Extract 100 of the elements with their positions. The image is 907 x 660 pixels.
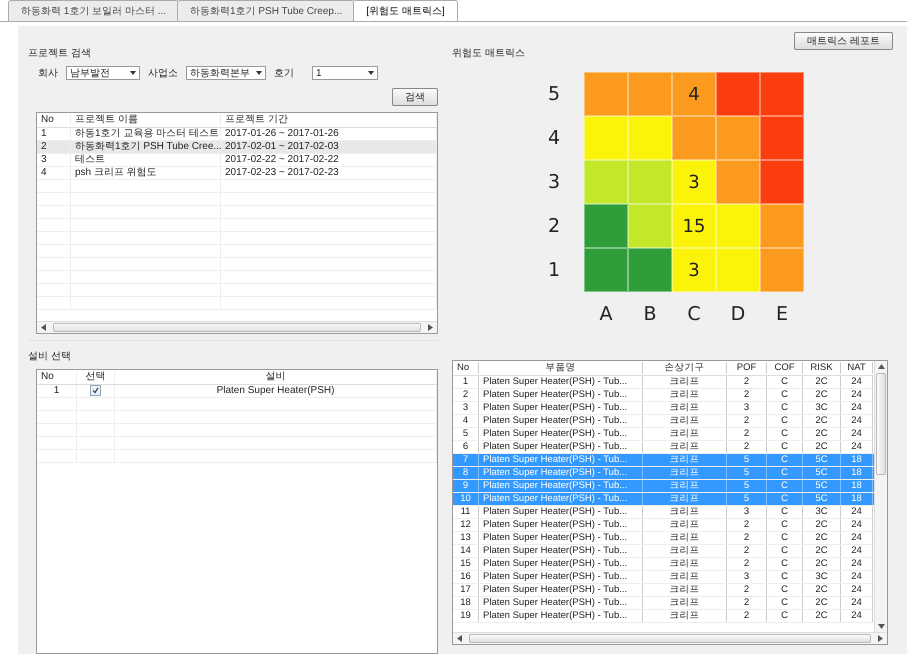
table-cell: 4 [453,415,479,427]
table-cell: 5C [803,493,841,505]
table-cell: 6 [453,441,479,453]
table-cell: 2017-02-22 ~ 2017-02-22 [221,154,437,166]
table-cell: C [767,415,803,427]
table-row[interactable]: 3 Platen Super Heater(PSH) - Tub... 크리프 3 C 3C 24 [453,402,874,415]
table-row[interactable]: 1 Platen Super Heater(PSH) - Tub... 크리프 2 C 2C 24 [453,376,874,389]
table-cell: 크리프 [643,480,727,492]
table-cell: 17 [453,584,479,596]
table-row[interactable]: 11 Platen Super Heater(PSH) - Tub... 크리프 3 C 3C 24 [453,506,874,519]
table-cell: C [767,597,803,609]
column-header[interactable]: COF [767,362,803,374]
table-cell: 12 [453,519,479,531]
table-row[interactable]: 19 Platen Super Heater(PSH) - Tub... 크리프 2 C 2C 24 [453,610,874,623]
table-cell: 24 [841,584,873,596]
left-arrow-icon[interactable] [457,635,463,642]
table-cell: Platen Super Heater(PSH) - Tub... [479,610,643,622]
table-row[interactable]: 12 Platen Super Heater(PSH) - Tub... 크리프 2 C 2C 24 [453,519,874,532]
search-button[interactable]: 검색 [392,88,438,106]
table-cell: psh 크리프 위험도 [71,167,221,179]
group-title: 위험도 매트릭스 [452,47,525,60]
table-cell: 2 [727,558,767,570]
column-label: A [600,303,612,325]
table-cell: C [767,545,803,557]
right-arrow-icon[interactable] [427,324,433,331]
table-cell: 크리프 [643,532,727,544]
table-cell: C [767,493,803,505]
table-cell: 24 [841,402,873,414]
row-label: 3 [548,171,560,193]
table-row[interactable]: 4 psh 크리프 위험도 2017-02-23 ~ 2017-02-23 [37,167,437,180]
table-cell: 2C [803,376,841,388]
table-cell: 10 [453,493,479,505]
table-cell: Platen Super Heater(PSH) - Tub... [479,402,643,414]
table-cell: 2C [803,584,841,596]
table-row[interactable]: 13 Platen Super Heater(PSH) - Tub... 크리프 2 C 2C 24 [453,532,874,545]
table-row[interactable]: 2 하동화력1호기 PSH Tube Cree... 2017-02-01 ~ 2017-02-03 [37,141,437,154]
column-header[interactable]: NAT [841,362,873,374]
table-cell: 크리프 [643,415,727,427]
table-cell: 크리프 [643,584,727,596]
dropdown[interactable]: 하동화력본부 [186,66,266,80]
tab[interactable]: [위험도 매트릭스] [353,0,458,21]
table-row[interactable]: 2 Platen Super Heater(PSH) - Tub... 크리프 2 C 2C 24 [453,389,874,402]
down-arrow-icon[interactable] [878,624,884,629]
column-header[interactable]: 설비 [115,371,437,383]
column-header[interactable]: POF [727,362,767,374]
filter-label: 사업소 [148,67,178,80]
table-cell: 크리프 [643,597,727,609]
column-header[interactable]: 프로젝트 이름 [71,114,221,126]
dropdown[interactable]: 남부발전 [66,66,140,80]
table-cell: 1 [37,385,77,397]
table-row[interactable]: 16 Platen Super Heater(PSH) - Tub... 크리프 3 C 3C 24 [453,571,874,584]
horizontal-scrollbar[interactable] [453,632,887,644]
table-cell: 크리프 [643,558,727,570]
column-label: C [687,303,701,325]
matrix-cell: 15 [672,204,716,248]
column-header[interactable]: No [453,362,479,374]
table-cell: 테스트 [71,154,221,166]
checkbox[interactable] [90,385,101,396]
table-cell: 5C [803,454,841,466]
horizontal-scrollbar[interactable] [37,321,437,333]
column-header[interactable]: 손상기구 [643,362,727,374]
table-cell: Platen Super Heater(PSH) - Tub... [479,545,643,557]
column-header[interactable]: RISK [803,362,841,374]
column-header[interactable]: 부품명 [479,362,643,374]
filter-label: 회사 [38,67,58,80]
table-row[interactable]: 18 Platen Super Heater(PSH) - Tub... 크리프 2 C 2C 24 [453,597,874,610]
table-cell: 2C [803,389,841,401]
table-row[interactable]: 17 Platen Super Heater(PSH) - Tub... 크리프 2 C 2C 24 [453,584,874,597]
table-cell: C [767,402,803,414]
table-cell: 1 [453,376,479,388]
table-cell: 24 [841,376,873,388]
table-cell: 24 [841,532,873,544]
table-cell: C [767,428,803,440]
table-cell: 2C [803,532,841,544]
table-row[interactable]: 3 테스트 2017-02-22 ~ 2017-02-22 [37,154,437,167]
table-row[interactable]: 5 Platen Super Heater(PSH) - Tub... 크리프 2 C 2C 24 [453,428,874,441]
right-arrow-icon[interactable] [877,635,883,642]
group-title: 프로젝트 검색 [28,47,92,60]
dropdown[interactable]: 1 [312,66,378,80]
tab[interactable]: 하동화력1호기 PSH Tube Creep... [177,0,356,21]
table-cell: 3C [803,506,841,518]
vertical-scrollbar[interactable] [874,361,887,632]
table-cell: 24 [841,545,873,557]
table-cell: Platen Super Heater(PSH) - Tub... [479,467,643,479]
table-cell: 2 [727,597,767,609]
table-cell: 3 [727,402,767,414]
column-header[interactable]: 프로젝트 기간 [221,114,437,126]
table-cell: C [767,441,803,453]
report-button[interactable]: 매트릭스 레포트 [794,32,893,50]
table-cell: 2 [727,428,767,440]
tab[interactable]: 하동화력 1호기 보일러 마스터 ... [8,0,180,21]
table-cell: 3 [727,571,767,583]
column-header[interactable]: No [37,371,77,383]
table-row[interactable]: 15 Platen Super Heater(PSH) - Tub... 크리프 2 C 2C 24 [453,558,874,571]
column-header[interactable]: 선택 [77,371,115,383]
up-arrow-icon[interactable] [878,364,884,369]
column-header[interactable]: No [37,114,71,126]
left-arrow-icon[interactable] [41,324,47,331]
table-row[interactable]: 4 Platen Super Heater(PSH) - Tub... 크리프 2 C 2C 24 [453,415,874,428]
table-row[interactable]: 14 Platen Super Heater(PSH) - Tub... 크리프 2 C 2C 24 [453,545,874,558]
